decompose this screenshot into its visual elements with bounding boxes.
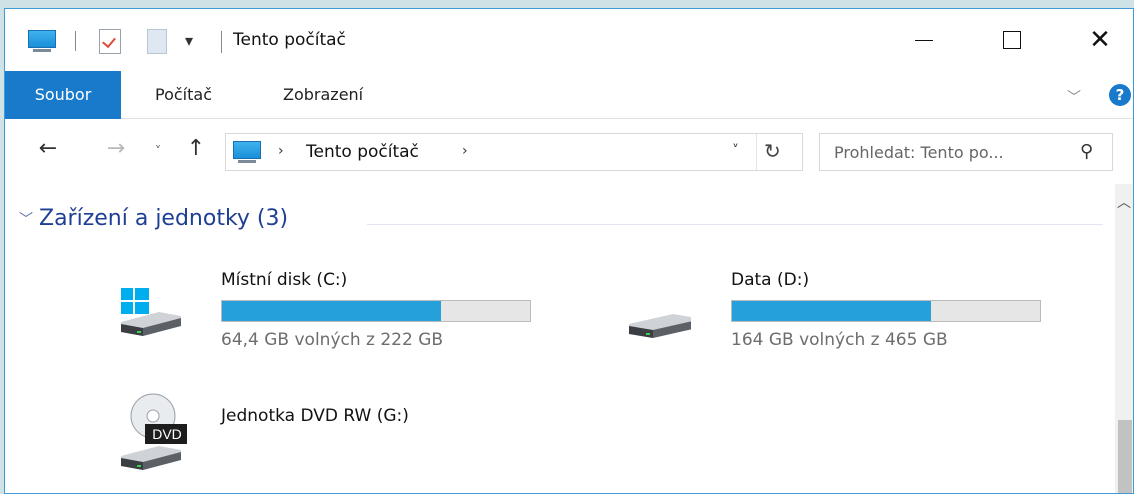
address-dropdown-chevron-icon[interactable]: ˅: [732, 143, 739, 159]
content-pane: ﹀ Zařízení a jednotky (3) Místní disk (C…: [5, 184, 1115, 493]
drive-usage-bar: [731, 300, 1041, 322]
dvd-drive-icon: DVD: [121, 393, 187, 470]
group-header[interactable]: ﹀ Zařízení a jednotky (3): [19, 206, 288, 231]
group-title: Zařízení a jednotky (3): [39, 206, 289, 231]
drive-usage-fill: [222, 301, 441, 321]
recent-locations-chevron-icon[interactable]: ˅: [145, 144, 171, 158]
new-folder-icon[interactable]: [147, 29, 167, 54]
vertical-scrollbar[interactable]: ︿: [1115, 184, 1133, 493]
drive-free-space: 64,4 GB volných z 222 GB: [221, 330, 444, 350]
maximize-button[interactable]: [989, 9, 1035, 71]
breadcrumb-chevron-icon[interactable]: ›: [462, 143, 468, 159]
search-box[interactable]: Prohledat: Tento po... ⚲: [819, 133, 1113, 171]
toolbar-separator: [75, 31, 76, 51]
drive-name: Místní disk (C:): [221, 270, 348, 290]
minimize-button[interactable]: [901, 9, 947, 71]
windows-hdd-icon: [121, 288, 181, 336]
window-title: Tento počítač: [233, 30, 346, 50]
this-pc-icon: [232, 141, 262, 163]
group-divider: [367, 224, 1103, 225]
scroll-up-icon[interactable]: ︿: [1117, 192, 1131, 212]
breadcrumb-chevron-icon[interactable]: ›: [278, 143, 284, 159]
minimize-icon: [915, 39, 933, 41]
navigation-bar: ← → ˅ ↑ › Tento počítač › ˅ ↻ Prohledat:…: [5, 120, 1133, 184]
tab-view[interactable]: Zobrazení: [271, 71, 375, 119]
back-button[interactable]: ←: [35, 136, 61, 161]
properties-icon[interactable]: [99, 29, 121, 54]
breadcrumb-this-pc[interactable]: Tento počítač: [306, 142, 419, 162]
title-bar: ▾ Tento počítač ✕: [5, 9, 1133, 71]
tab-computer[interactable]: Počítač: [143, 71, 224, 119]
forward-button[interactable]: →: [103, 136, 129, 161]
expand-ribbon-chevron-icon[interactable]: ﹀: [1067, 87, 1081, 107]
this-pc-icon[interactable]: [27, 30, 57, 52]
search-icon[interactable]: ⚲: [1080, 141, 1093, 162]
drive-usage-bar: [221, 300, 531, 322]
drive-usage-fill: [732, 301, 932, 321]
refresh-icon[interactable]: ↻: [764, 139, 781, 163]
dvd-badge-label: DVD: [152, 426, 182, 442]
collapse-chevron-icon[interactable]: ﹀: [19, 209, 33, 229]
address-bar[interactable]: › Tento počítač › ˅ ↻: [225, 133, 803, 171]
title-separator: [221, 31, 222, 53]
maximize-icon: [1003, 31, 1021, 49]
search-input[interactable]: Prohledat: Tento po...: [834, 143, 1004, 162]
explorer-window: ▾ Tento počítač ✕ Soubor Počítač Zobraze…: [4, 8, 1134, 494]
hdd-icon: [629, 314, 691, 338]
tab-file[interactable]: Soubor: [5, 71, 121, 119]
drive-name: Data (D:): [731, 270, 810, 290]
help-icon[interactable]: ?: [1109, 84, 1131, 106]
ribbon: Soubor Počítač Zobrazení ﹀ ?: [5, 71, 1133, 119]
close-button[interactable]: ✕: [1077, 9, 1123, 71]
drive-name: Jednotka DVD RW (G:): [221, 406, 409, 426]
drive-free-space: 164 GB volných z 465 GB: [731, 330, 948, 350]
up-button[interactable]: ↑: [183, 136, 209, 161]
scrollbar-thumb[interactable]: [1118, 420, 1132, 493]
customize-toolbar-dropdown-icon[interactable]: ▾: [185, 31, 193, 50]
address-separator: [756, 134, 757, 170]
